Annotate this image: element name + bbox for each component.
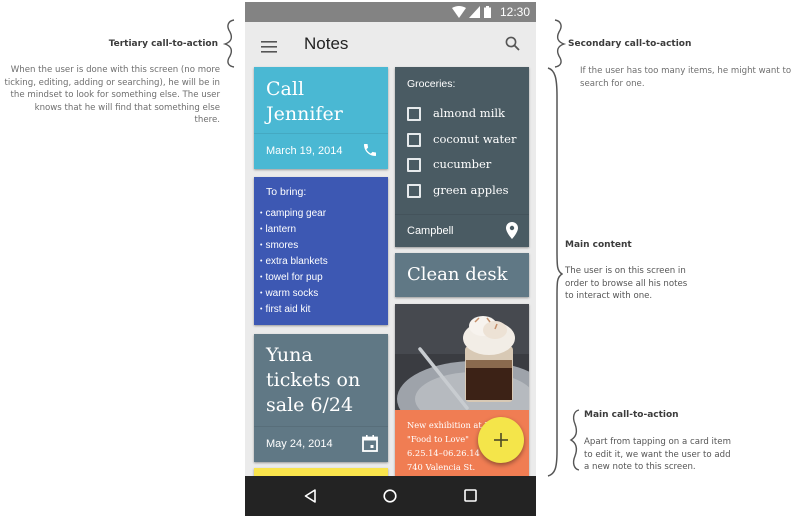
menu-icon <box>261 41 277 53</box>
phone-icon[interactable] <box>362 142 378 158</box>
note-footer: May 24, 2014 <box>254 426 388 462</box>
list-item: smores <box>260 238 328 254</box>
note-title-line: Jennifer <box>266 103 343 125</box>
menu-button[interactable] <box>261 38 277 57</box>
note-title-line: Yuna <box>266 344 313 366</box>
annotation-title: Main call-to-action <box>584 410 679 420</box>
list-item: warm socks <box>260 286 328 302</box>
note-heading: To bring: <box>266 186 307 198</box>
calendar-icon[interactable] <box>362 435 378 452</box>
note-date: March 19, 2014 <box>266 145 343 157</box>
annotation-line: ticking, editing, adding or searching), … <box>4 77 220 88</box>
annotation-line: order to browse all his notes <box>565 278 688 289</box>
note-card-clean-desk[interactable]: Clean desk <box>395 253 529 297</box>
annotation-line: a new note to this screen. <box>584 462 696 472</box>
status-bar: 12:30 <box>245 2 536 22</box>
list-item: towel for pup <box>260 270 328 286</box>
annotation-line: to edit it, we want the user to add <box>584 449 731 460</box>
checkbox[interactable] <box>407 133 421 147</box>
note-card-call-jennifer[interactable]: Call Jennifer March 19, 2014 <box>254 67 388 169</box>
list-item: lantern <box>260 222 328 238</box>
annotation-text: Apart from tapping on a card item to edi… <box>584 436 731 474</box>
annotation-line: Apart from tapping on a card item <box>584 437 731 447</box>
location-pin-icon[interactable] <box>506 222 518 239</box>
checklist-label: coconut water <box>433 132 517 146</box>
add-icon <box>494 433 508 447</box>
signal-icon <box>469 6 480 18</box>
curly-brace-icon <box>554 19 567 68</box>
annotation-line: If the user has too many items, he might… <box>580 66 792 76</box>
note-heading: Groceries: <box>407 78 456 90</box>
wifi-icon <box>452 6 466 18</box>
note-title: Clean desk <box>407 264 508 285</box>
checklist-label: almond milk <box>433 106 506 120</box>
list-item: camping gear <box>260 206 328 222</box>
note-card-groceries[interactable]: Groceries: almond milk coconut water cuc… <box>395 67 529 247</box>
annotation-line: to interact with one. <box>565 291 653 301</box>
annotation-line: search for one. <box>580 78 645 89</box>
annotation-title: Main content <box>565 240 632 250</box>
bullet-list: camping gear lantern smores extra blanke… <box>260 206 328 318</box>
status-time: 12:30 <box>499 5 530 19</box>
curly-brace-icon <box>569 409 580 471</box>
note-date: May 24, 2014 <box>266 438 333 450</box>
checklist-label: cucumber <box>433 157 492 171</box>
note-card-to-bring[interactable]: To bring: camping gear lantern smores ex… <box>254 177 388 325</box>
annotation-title: Tertiary call-to-action <box>108 39 218 49</box>
list-item: extra blankets <box>260 254 327 270</box>
note-title-line: tickets on <box>266 369 361 391</box>
checklist-label: green apples <box>433 183 509 197</box>
app-title: Notes <box>304 34 349 53</box>
annotation-text: If the user has too many items, he might… <box>580 65 791 90</box>
curly-brace-icon <box>222 19 235 68</box>
annotation-line: the mindset to look for something else. … <box>10 90 220 100</box>
exhibition-line: 740 Valencia St. <box>407 462 476 472</box>
note-location: Campbell <box>407 225 454 237</box>
annotation-text: The user is on this screen in order to b… <box>565 265 687 303</box>
navigation-bar <box>245 476 536 516</box>
note-title: Call Jennifer <box>266 77 343 127</box>
list-item: first aid kit <box>260 302 328 318</box>
note-footer: Campbell <box>395 214 529 247</box>
search-icon <box>505 36 520 51</box>
annotation-line: knows that he will find that something e… <box>34 102 220 113</box>
add-note-fab[interactable] <box>478 417 524 463</box>
annotation-line: there. <box>194 115 220 125</box>
note-footer: March 19, 2014 <box>254 133 388 169</box>
note-title: Yuna tickets on sale 6/24 <box>266 343 360 418</box>
recents-icon[interactable] <box>464 489 477 502</box>
note-card-yuna[interactable]: Yuna tickets on sale 6/24 May 24, 2014 <box>254 334 388 462</box>
phone-screen: 12:30 Notes Call Jennifer March 19, 2014 <box>245 2 536 516</box>
annotation-line: The user is on this screen in <box>565 266 686 276</box>
search-button[interactable] <box>505 36 520 55</box>
checkbox[interactable] <box>407 107 421 121</box>
app-bar: Notes <box>245 22 536 66</box>
annotation-title: Secondary call-to-action <box>568 39 692 49</box>
annotation-text: When the user is done with this screen (… <box>0 64 220 127</box>
curly-brace-icon <box>547 67 563 477</box>
note-title-line: sale 6/24 <box>266 394 354 416</box>
annotation-line: When the user is done with this screen (… <box>10 65 220 75</box>
battery-icon <box>484 6 491 18</box>
checkbox[interactable] <box>407 158 421 172</box>
dessert-photo <box>395 304 529 410</box>
checkbox[interactable] <box>407 184 421 198</box>
back-icon[interactable] <box>304 489 316 503</box>
note-title-line: Call <box>266 78 305 100</box>
home-icon[interactable] <box>383 489 397 503</box>
